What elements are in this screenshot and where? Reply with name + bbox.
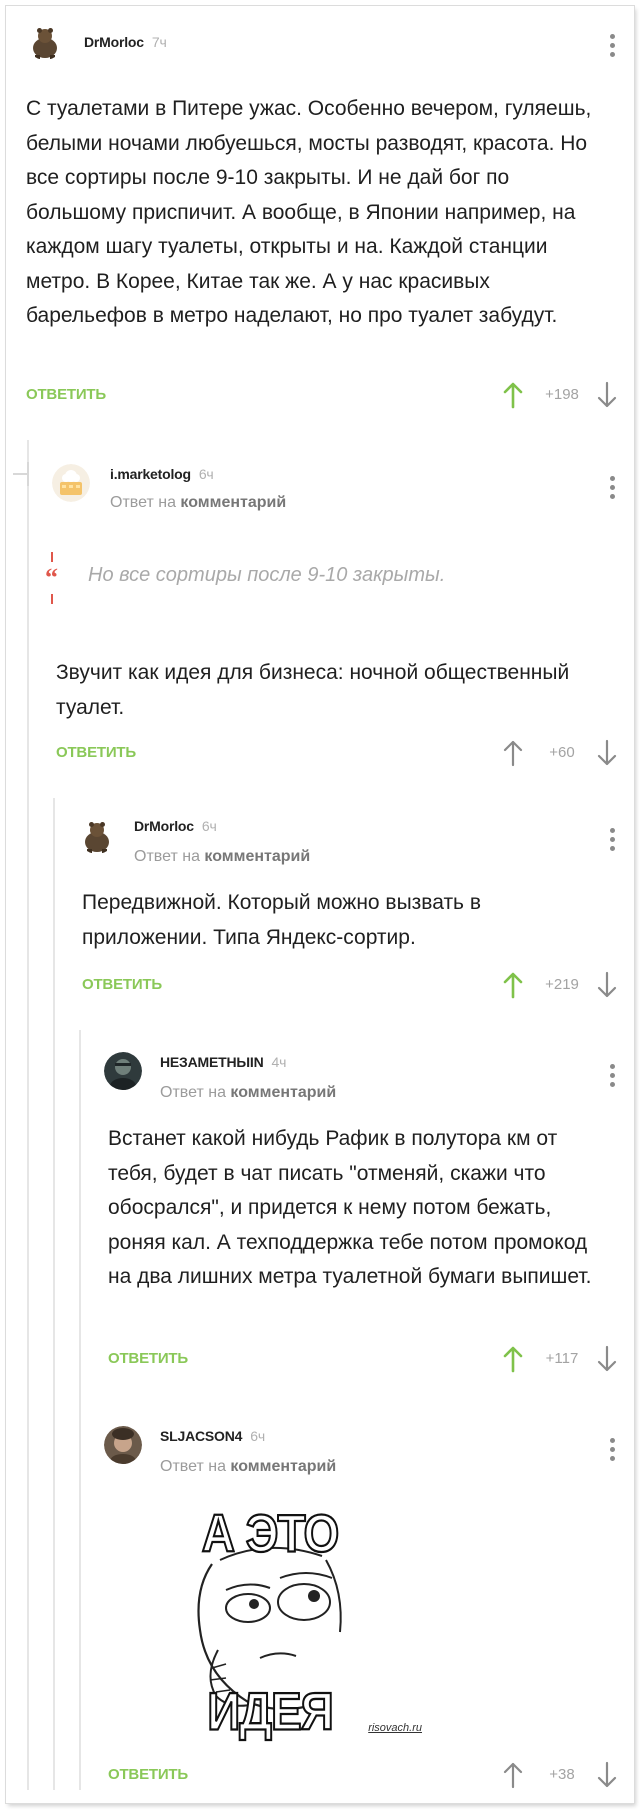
- reply-button[interactable]: ОТВЕТИТЬ: [56, 744, 136, 761]
- comment-text: С туалетами в Питере ужас. Особенно вече…: [26, 97, 592, 327]
- rating: +117: [545, 1350, 579, 1367]
- comment-actions: ОТВЕТИТЬ +60: [56, 738, 626, 768]
- rating: +198: [545, 386, 579, 403]
- comment-actions: ОТВЕТИТЬ +117: [108, 1344, 626, 1374]
- username[interactable]: SLJACSON4 6ч: [160, 1428, 265, 1444]
- quoted-text: Но все сортиры после 9-10 закрыты.: [88, 564, 446, 586]
- downvote-arrow-icon[interactable]: [596, 1760, 618, 1790]
- more-menu-icon[interactable]: [602, 32, 622, 60]
- more-menu-icon[interactable]: [602, 474, 622, 502]
- downvote-arrow-icon[interactable]: [596, 738, 618, 768]
- more-menu-icon[interactable]: [602, 826, 622, 854]
- reply-to-label[interactable]: Ответ на комментарий: [134, 848, 310, 866]
- meme-watermark: risovach.ru: [368, 1722, 422, 1734]
- username[interactable]: НЕЗАМЕТНЫIN 4ч: [160, 1054, 286, 1070]
- username[interactable]: DrMorloc 7ч: [84, 34, 167, 50]
- downvote-arrow-icon[interactable]: [596, 1344, 618, 1374]
- comment-text: Встанет какой нибудь Рафик в полутора км…: [108, 1127, 592, 1288]
- upvote-arrow-icon[interactable]: [502, 380, 524, 410]
- comment-actions: ОТВЕТИТЬ +198: [26, 380, 626, 410]
- avatar[interactable]: [104, 1426, 142, 1464]
- avatar[interactable]: [78, 816, 116, 854]
- meme-top-caption: А ЭТО: [201, 1502, 340, 1564]
- collapse-branch-toggle[interactable]: [11, 462, 35, 486]
- comment-time: 6ч: [250, 1428, 265, 1444]
- reply-to-label[interactable]: Ответ на комментарий: [160, 1458, 336, 1476]
- comments-panel: DrMorloc 7ч С туалетами в Питере ужас. Ос…: [6, 6, 634, 1803]
- comment-5: SLJACSON4 6ч Ответ на комментарий А ЭТО …: [104, 1416, 626, 1796]
- upvote-arrow-icon[interactable]: [502, 1760, 524, 1790]
- comment-2: i.marketolog 6ч Ответ на комментарий “ Но…: [45, 452, 626, 772]
- rating: +38: [549, 1766, 575, 1783]
- comment-header: DrMorloc 7ч: [26, 22, 626, 74]
- upvote-arrow-icon[interactable]: [502, 1344, 524, 1374]
- comment-4: НЕЗАМЕТНЫIN 4ч Ответ на комментарий Встан…: [104, 1042, 626, 1382]
- comment-1: DrMorloc 7ч С туалетами в Питере ужас. Ос…: [26, 22, 626, 409]
- reply-button[interactable]: ОТВЕТИТЬ: [108, 1350, 188, 1367]
- comment-time: 7ч: [151, 34, 167, 50]
- reply-button[interactable]: ОТВЕТИТЬ: [82, 976, 162, 993]
- username[interactable]: DrMorloc 6ч: [134, 818, 217, 834]
- reply-button[interactable]: ОТВЕТИТЬ: [26, 386, 106, 403]
- username[interactable]: i.marketolog 6ч: [110, 466, 214, 482]
- thread-line: [53, 798, 55, 1790]
- thread-line: [79, 1030, 81, 1790]
- comment-actions: ОТВЕТИТЬ +38: [108, 1760, 626, 1790]
- comment-3: DrMorloc 6ч Ответ на комментарий Передвиж…: [78, 806, 626, 1006]
- reply-to-label[interactable]: Ответ на комментарий: [160, 1084, 336, 1102]
- comment-time: 6ч: [201, 818, 217, 834]
- avatar[interactable]: [26, 22, 64, 60]
- comment-time: 4ч: [271, 1054, 287, 1070]
- upvote-arrow-icon[interactable]: [502, 738, 524, 768]
- more-menu-icon[interactable]: [602, 1436, 622, 1464]
- upvote-arrow-icon[interactable]: [502, 970, 524, 1000]
- avatar[interactable]: [52, 464, 90, 502]
- reply-to-label[interactable]: Ответ на комментарий: [110, 494, 286, 512]
- avatar[interactable]: [104, 1052, 142, 1090]
- downvote-arrow-icon[interactable]: [596, 380, 618, 410]
- downvote-arrow-icon[interactable]: [596, 970, 618, 1000]
- reply-button[interactable]: ОТВЕТИТЬ: [108, 1766, 188, 1783]
- comment-text: Передвижной. Который можно вызвать в при…: [82, 891, 481, 949]
- svg-text:“: “: [45, 563, 58, 592]
- more-menu-icon[interactable]: [602, 1062, 622, 1090]
- comment-text: Звучит как идея для бизнеса: ночной обще…: [56, 661, 570, 719]
- rating: +60: [549, 744, 575, 761]
- quote-mark-icon: “: [44, 552, 62, 612]
- rating: +219: [545, 976, 579, 993]
- thread-line: [27, 440, 29, 1790]
- comment-actions: ОТВЕТИТЬ +219: [82, 970, 626, 1000]
- comment-time: 6ч: [198, 466, 214, 482]
- meme-image[interactable]: А ЭТО ИДЕЯ risovach.ru: [108, 1500, 432, 1742]
